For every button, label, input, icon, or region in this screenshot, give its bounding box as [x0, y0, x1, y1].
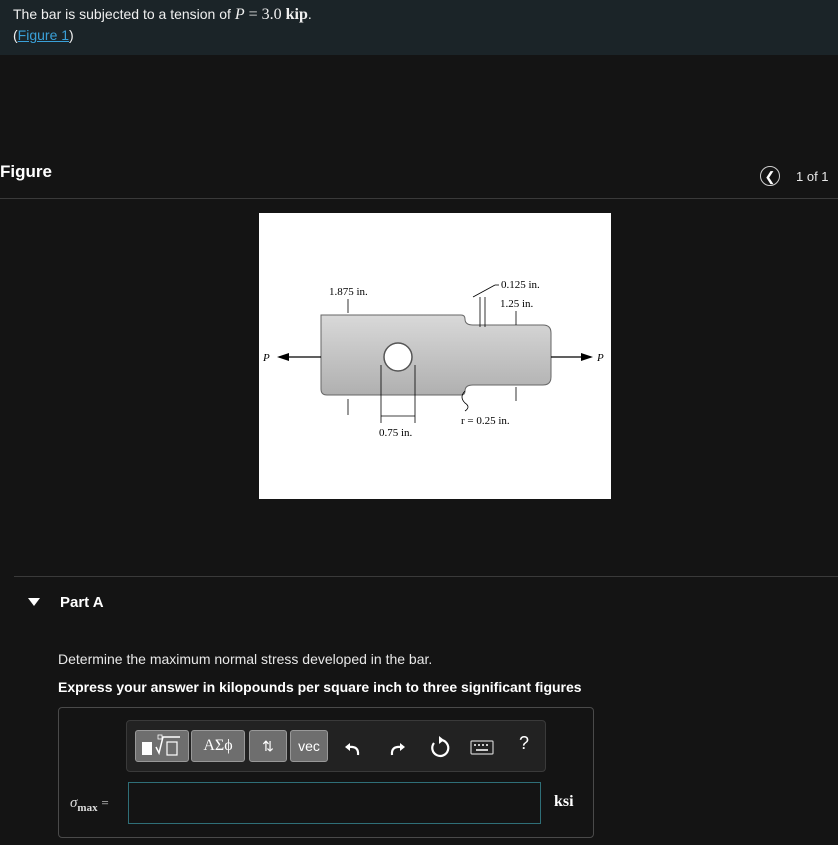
answer-input[interactable] [128, 782, 541, 824]
greek-symbols-button[interactable]: ΑΣϕ [191, 730, 245, 762]
tension-value: = 3.0 [244, 6, 286, 23]
subscript-superscript-button[interactable]: ⇅ [249, 730, 287, 762]
bar-diagram: P P 1.875 in. 0.125 in. 1.25 in. 0.75 in… [262, 279, 604, 439]
question-text: Determine the maximum normal stress deve… [58, 651, 433, 667]
vector-button[interactable]: vec [290, 730, 328, 762]
fraction-sqrt-icon [142, 734, 180, 756]
period: . [307, 6, 312, 22]
math-toolbar: ΑΣϕ ⇅ vec ? [126, 720, 546, 772]
answer-label: σmax = [70, 795, 109, 814]
collapse-part-icon[interactable] [28, 598, 40, 606]
sigma-subscript: max [77, 802, 98, 814]
arrow-right-icon [581, 353, 593, 361]
chevron-left-icon: ❮ [764, 169, 776, 184]
problem-text: The bar is subjected to a tension of [13, 6, 235, 22]
tension-unit: kip [285, 6, 308, 23]
divider [0, 198, 838, 199]
figure-image: P P 1.875 in. 0.125 in. 1.25 in. 0.75 in… [259, 213, 611, 499]
previous-figure-button[interactable]: ❮ [760, 166, 780, 186]
undo-icon[interactable] [341, 735, 365, 759]
help-button[interactable]: ? [519, 733, 529, 754]
keyboard-icon[interactable] [469, 735, 495, 759]
bar-body [320, 314, 552, 396]
dim-label-0125: 0.125 in. [501, 279, 540, 291]
part-a-title: Part A [60, 594, 104, 611]
figure-link[interactable]: Figure 1 [18, 27, 69, 43]
paren-close: ) [69, 27, 74, 43]
problem-statement: The bar is subjected to a tension of P =… [13, 4, 312, 45]
problem-header: The bar is subjected to a tension of P =… [0, 0, 838, 55]
arrow-left-icon [277, 353, 289, 361]
load-label-right: P [596, 352, 604, 364]
hole [383, 342, 413, 372]
equals-sign: = [101, 795, 109, 810]
dim-label-125: 1.25 in. [500, 298, 534, 310]
load-label-left: P [262, 352, 270, 364]
problem-line: The bar is subjected to a tension of P =… [13, 4, 312, 25]
dim-label-1875: 1.875 in. [329, 286, 368, 298]
answer-unit: ksi [554, 793, 574, 810]
divider [14, 576, 838, 577]
template-button[interactable] [135, 730, 189, 762]
instruction-text: Express your answer in kilopounds per sq… [58, 679, 582, 695]
tension-formula: P = 3.0 kip [235, 6, 308, 23]
tension-variable: P [234, 6, 245, 23]
redo-icon[interactable] [385, 735, 409, 759]
figure-heading: Figure [0, 162, 52, 181]
reset-icon[interactable] [427, 735, 451, 759]
figure-pager: 1 of 1 [796, 169, 829, 184]
figure-reference: (Figure 1) [13, 25, 312, 45]
dim-label-075: 0.75 in. [379, 427, 413, 439]
radius-label: r = 0.25 in. [461, 415, 510, 427]
